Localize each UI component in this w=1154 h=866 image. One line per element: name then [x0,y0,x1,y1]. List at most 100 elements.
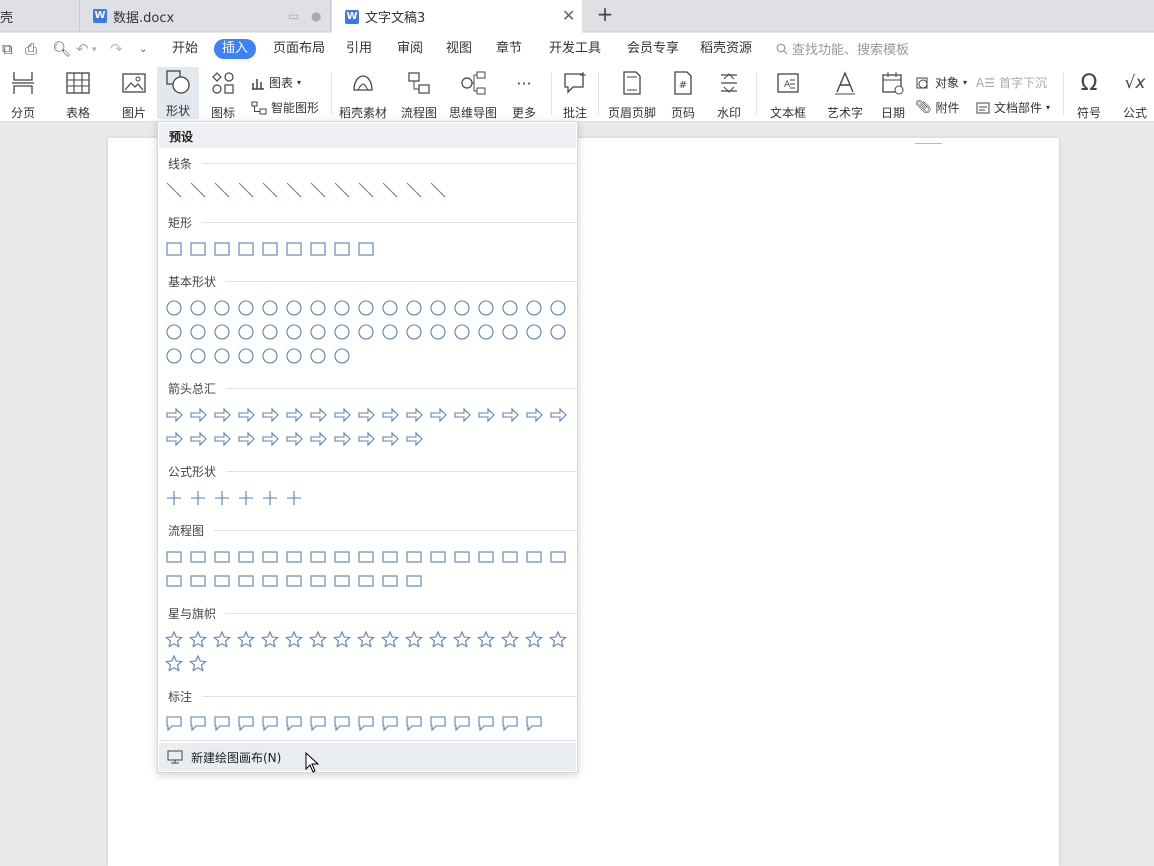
shape-option[interactable] [500,298,520,318]
shape-option[interactable] [212,405,232,425]
shape-option[interactable] [236,298,256,318]
tab-home[interactable]: 开始 [172,39,198,59]
shape-option[interactable] [308,298,328,318]
shape-option[interactable] [332,322,352,342]
shape-option[interactable] [356,298,376,318]
shape-option[interactable] [356,547,376,567]
shape-option[interactable] [404,547,424,567]
shape-option[interactable] [332,298,352,318]
shape-option[interactable] [428,180,448,200]
search-box[interactable]: 查找功能、搜索模板 [776,39,909,58]
shape-option[interactable] [380,298,400,318]
shape-option[interactable] [428,630,448,650]
tab-page-layout[interactable]: 页面布局 [273,39,325,59]
shape-option[interactable] [332,713,352,733]
shape-option[interactable] [500,630,520,650]
document-tab-data-docx[interactable]: W 数据.docx ▭ ● [81,0,331,32]
shape-option[interactable] [260,180,280,200]
shape-option[interactable] [236,713,256,733]
shape-option[interactable] [452,630,472,650]
shape-option[interactable] [236,322,256,342]
drop-cap-button[interactable]: A☰ 首字下沉 [976,74,1047,91]
shape-option[interactable] [332,239,352,259]
picture-button[interactable]: 图片 [116,69,152,121]
shape-option[interactable] [212,713,232,733]
shape-option[interactable] [164,239,184,259]
page-number-button[interactable]: # 页码 [665,69,701,121]
shape-option[interactable] [236,429,256,449]
shape-option[interactable] [308,429,328,449]
shape-option[interactable] [188,571,208,591]
shape-option[interactable] [308,547,328,567]
shape-option[interactable] [164,713,184,733]
table-button[interactable]: 表格 [60,69,96,121]
shape-option[interactable] [260,298,280,318]
redo-icon[interactable]: ↷ [110,40,123,58]
shape-option[interactable] [308,405,328,425]
undo-icon[interactable]: ↶ [76,40,89,58]
shape-option[interactable] [380,713,400,733]
shape-option[interactable] [260,239,280,259]
shape-option[interactable] [332,405,352,425]
shape-option[interactable] [548,630,568,650]
comment-button[interactable]: 批注 [560,69,590,121]
shape-option[interactable] [188,630,208,650]
shape-option[interactable] [308,239,328,259]
shape-option[interactable] [164,630,184,650]
shape-option[interactable] [548,322,568,342]
shape-option[interactable] [332,429,352,449]
shape-option[interactable] [236,488,256,508]
tab-chapter[interactable]: 章节 [496,39,522,59]
shape-option[interactable] [188,322,208,342]
shape-option[interactable] [308,630,328,650]
new-tab-button[interactable]: + [593,3,617,27]
shape-option[interactable] [452,547,472,567]
shape-option[interactable] [164,346,184,366]
shape-option[interactable] [284,630,304,650]
tab-review[interactable]: 审阅 [397,39,423,59]
shape-option[interactable] [188,488,208,508]
shape-option[interactable] [260,322,280,342]
tab-insert[interactable]: 插入 [214,39,257,59]
shape-option[interactable] [356,713,376,733]
shape-option[interactable] [380,571,400,591]
shape-option[interactable] [308,180,328,200]
shape-option[interactable] [236,571,256,591]
attachment-button[interactable]: 📎︎ 附件 [915,99,960,116]
shape-option[interactable] [284,547,304,567]
shape-option[interactable] [548,405,568,425]
shape-option[interactable] [356,239,376,259]
shape-option[interactable] [476,405,496,425]
shape-option[interactable] [284,298,304,318]
shape-option[interactable] [380,322,400,342]
shape-option[interactable] [188,346,208,366]
chart-button[interactable]: 图表 ▾ [251,74,301,91]
shape-option[interactable] [236,239,256,259]
shape-option[interactable] [524,322,544,342]
shape-option[interactable] [164,547,184,567]
shape-option[interactable] [356,571,376,591]
shape-option[interactable] [524,630,544,650]
shape-option[interactable] [404,713,424,733]
shape-option[interactable] [164,488,184,508]
shape-option[interactable] [500,547,520,567]
print-preview-icon[interactable]: 🔍︎ [52,40,71,58]
shape-option[interactable] [260,547,280,567]
shape-option[interactable] [260,571,280,591]
tab-member[interactable]: 会员专享 [627,39,679,59]
mindmap-button[interactable]: 思维导图 [447,69,499,121]
close-icon[interactable]: ✕ [562,6,575,25]
shape-option[interactable] [524,298,544,318]
shape-option[interactable] [260,713,280,733]
flowchart-button[interactable]: 流程图 [398,69,440,121]
shape-option[interactable] [284,488,304,508]
shape-option[interactable] [548,298,568,318]
shape-option[interactable] [260,429,280,449]
shape-option[interactable] [164,429,184,449]
shape-option[interactable] [356,180,376,200]
shape-option[interactable] [500,322,520,342]
shape-option[interactable] [524,405,544,425]
shape-option[interactable] [284,239,304,259]
shape-option[interactable] [380,547,400,567]
shape-option[interactable] [332,346,352,366]
